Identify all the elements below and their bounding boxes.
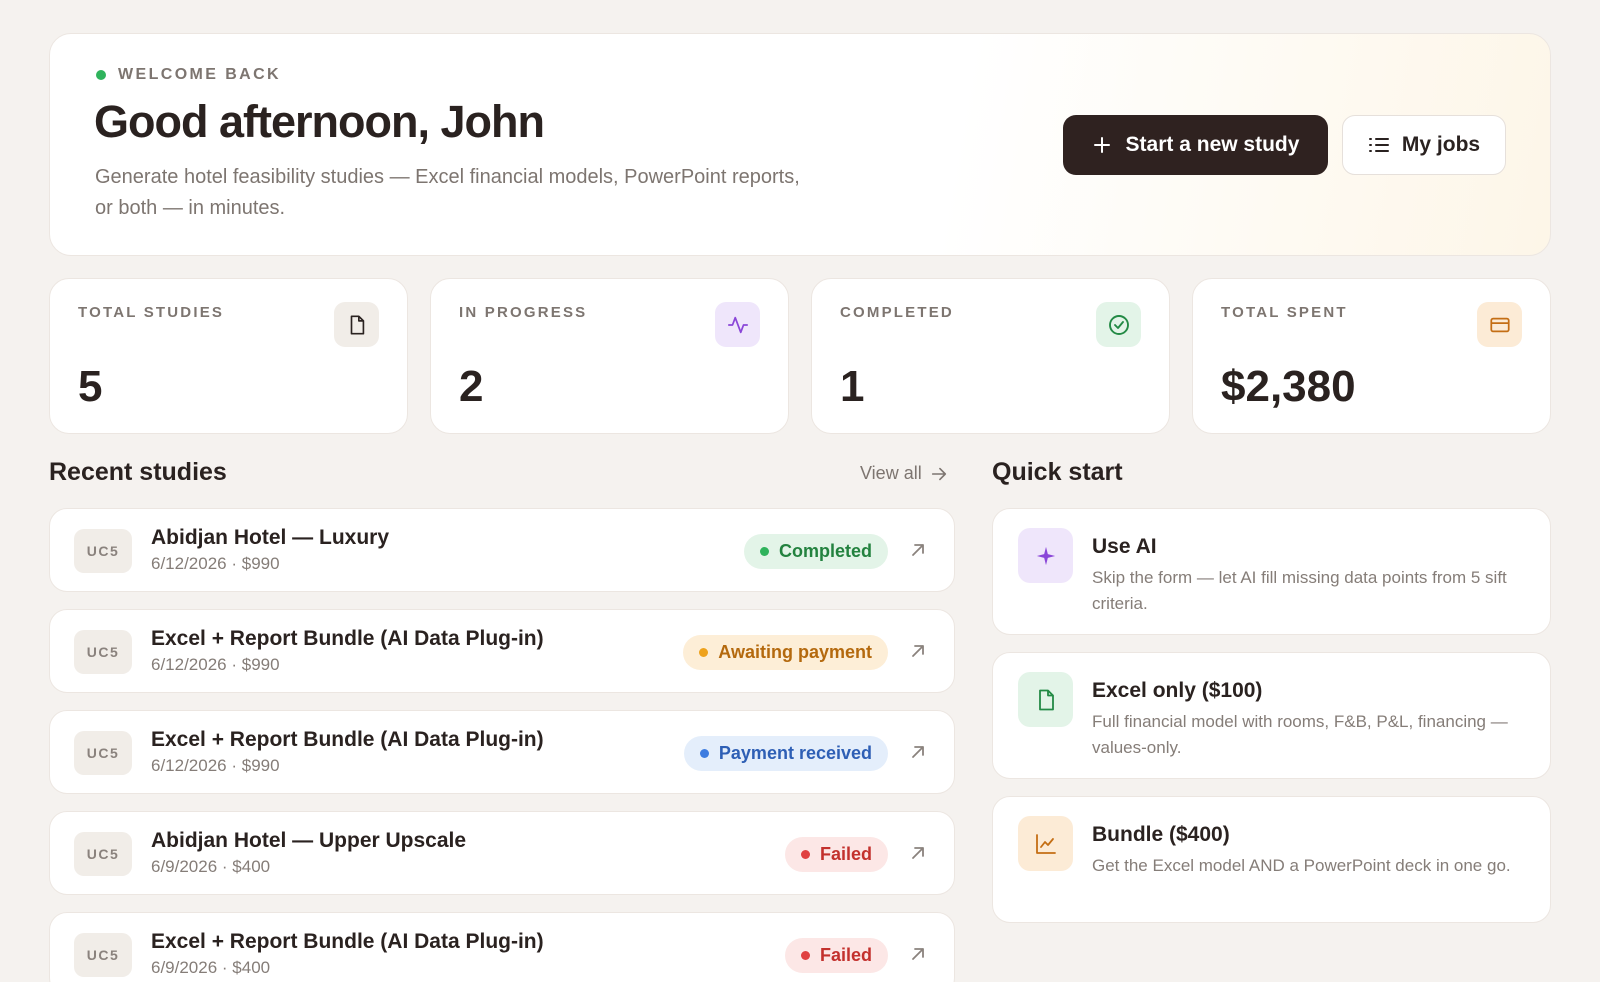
quick-start-desc: Full financial model with rooms, F&B, P&… [1092,712,1508,757]
study-row[interactable]: UC5 Abidjan Hotel — Upper Upscale 6/9/20… [49,811,955,895]
stat-value: 2 [459,362,484,411]
study-title: Abidjan Hotel — Luxury [151,526,390,549]
study-meta: 6/12/2026 · $990 [151,756,280,775]
study-row[interactable]: UC5 Excel + Report Bundle (AI Data Plug-… [49,710,955,794]
check-circle-icon [1096,302,1141,347]
status-badge: Payment received [683,736,888,771]
status-badge: Completed [743,534,888,569]
stat-value: 5 [78,362,103,411]
quick-start-title-text: Excel only ($100) [1092,679,1263,702]
credit-card-icon [1477,302,1522,347]
document-icon [1018,672,1073,727]
arrow-up-right-icon[interactable] [908,843,928,863]
status-dot [800,951,810,960]
quick-start-title-text: Bundle ($400) [1092,823,1230,846]
document-icon [334,302,379,347]
welcome-eyebrow: WELCOME BACK [96,66,281,84]
study-title: Abidjan Hotel — Upper Upscale [151,829,467,852]
start-new-study-button[interactable]: Start a new study [1063,115,1328,175]
sparkle-icon [1018,528,1073,583]
status-badge: Failed [784,837,888,872]
study-title: Excel + Report Bundle (AI Data Plug-in) [151,728,544,751]
stat-card-total-spent: TOTAL SPENT $2,380 [1192,278,1551,434]
status-label: Failed [819,945,872,965]
quick-start-desc: Skip the form — let AI fill missing data… [1092,568,1507,613]
status-label: Payment received [718,743,872,763]
stat-value: $2,380 [1221,362,1356,411]
study-meta: 6/9/2026 · $400 [151,857,271,876]
list-icon [1368,138,1389,152]
recent-studies-title: Recent studies [49,458,227,486]
status-dot [96,70,106,80]
study-tag: UC5 [74,630,132,674]
arrow-up-right-icon[interactable] [908,944,928,964]
study-tag: UC5 [74,933,132,977]
greeting-title: Good afternoon, John [94,96,545,147]
study-meta: 6/12/2026 · $990 [151,554,280,573]
status-dot [759,547,769,556]
status-label: Completed [778,541,872,561]
status-dot [699,648,709,657]
stat-card-total-studies: TOTAL STUDIES 5 [49,278,408,434]
welcome-label: WELCOME BACK [118,66,282,83]
status-dot [699,749,709,758]
greeting-subtitle: Generate hotel feasibility studies — Exc… [95,166,800,219]
chart-line-icon [1018,816,1073,871]
view-all-link[interactable]: View all [860,463,948,484]
study-tag: UC5 [74,731,132,775]
study-row[interactable]: UC5 Abidjan Hotel — Luxury 6/12/2026 · $… [49,508,955,592]
quick-start-excel-only[interactable]: Excel only ($100) Full financial model w… [992,652,1551,779]
stat-card-completed: COMPLETED 1 [811,278,1170,434]
stat-label: TOTAL SPENT [1221,304,1348,321]
arrow-up-right-icon[interactable] [908,742,928,762]
study-tag: UC5 [74,832,132,876]
status-dot [800,850,810,859]
stat-card-in-progress: IN PROGRESS 2 [430,278,789,434]
status-label: Awaiting payment [718,642,872,662]
plus-icon [1093,137,1110,153]
stat-label: TOTAL STUDIES [78,304,225,321]
my-jobs-label: My jobs [1401,133,1481,156]
my-jobs-button[interactable]: My jobs [1342,115,1506,175]
status-label: Failed [819,844,872,864]
stat-label: IN PROGRESS [459,304,588,321]
arrow-up-right-icon[interactable] [908,641,928,661]
stat-label: COMPLETED [840,304,954,321]
quick-start-bundle[interactable]: Bundle ($400) Get the Excel model AND a … [992,796,1551,923]
status-badge: Failed [784,938,888,973]
study-row[interactable]: UC5 Excel + Report Bundle (AI Data Plug-… [49,912,955,982]
quick-start-title-text: Use AI [1092,535,1157,558]
quick-start-title: Quick start [992,458,1123,486]
welcome-card: WELCOME BACK Good afternoon, John Genera… [49,33,1551,256]
study-tag: UC5 [74,529,132,573]
study-row[interactable]: UC5 Excel + Report Bundle (AI Data Plug-… [49,609,955,693]
quick-start-desc: Get the Excel model AND a PowerPoint dec… [1092,856,1511,875]
activity-icon [715,302,760,347]
view-all-label: View all [860,463,922,483]
quick-start-use-ai[interactable]: Use AI Skip the form — let AI fill missi… [992,508,1551,635]
study-meta: 6/12/2026 · $990 [151,655,280,674]
stat-value: 1 [840,362,865,411]
study-meta: 6/9/2026 · $400 [151,958,271,977]
study-title: Excel + Report Bundle (AI Data Plug-in) [151,627,544,650]
status-badge: Awaiting payment [683,635,888,670]
start-new-study-label: Start a new study [1125,133,1300,156]
study-title: Excel + Report Bundle (AI Data Plug-in) [151,930,544,953]
arrow-right-icon [931,467,946,480]
arrow-up-right-icon[interactable] [908,540,928,560]
